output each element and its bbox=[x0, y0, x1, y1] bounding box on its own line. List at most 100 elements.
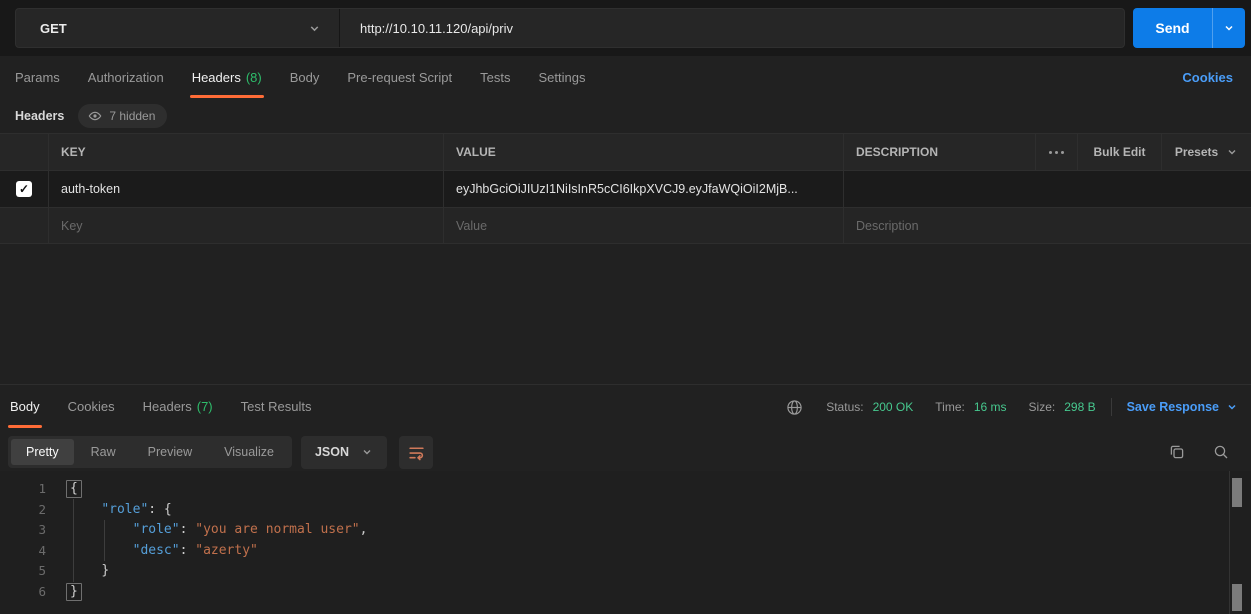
time-label: Time: bbox=[935, 400, 965, 414]
postman-window: GET http://10.10.11.120/api/priv Send Pa… bbox=[0, 0, 1251, 614]
code-token bbox=[70, 502, 101, 517]
response-header: Body Cookies Headers (7) Test Results Status… bbox=[0, 384, 1251, 428]
scrollbar-thumb[interactable] bbox=[1232, 478, 1242, 507]
line-number: 6 bbox=[0, 582, 46, 603]
code-token: } bbox=[101, 563, 109, 578]
url-input[interactable]: http://10.10.11.120/api/priv bbox=[340, 9, 1124, 47]
line-number: 2 bbox=[0, 500, 46, 521]
line-number: 5 bbox=[0, 561, 46, 582]
response-tab-test-results[interactable]: Test Results bbox=[241, 385, 312, 428]
response-tab-cookies[interactable]: Cookies bbox=[68, 385, 115, 428]
wrap-text-button[interactable] bbox=[399, 436, 433, 469]
tab-label: Headers bbox=[192, 70, 241, 85]
table-header-row: KEY VALUE DESCRIPTION Bulk Edit Presets bbox=[0, 133, 1251, 170]
save-response-dropdown[interactable]: Save Response bbox=[1127, 400, 1238, 414]
request-tab-params[interactable]: Params bbox=[15, 56, 60, 98]
line-number: 1 bbox=[0, 479, 46, 500]
hidden-headers-toggle[interactable]: 7 hidden bbox=[78, 104, 167, 128]
tab-label: Cookies bbox=[68, 399, 115, 414]
select-all-cell bbox=[0, 134, 48, 170]
status-label: Status: bbox=[826, 400, 863, 414]
view-preview[interactable]: Preview bbox=[133, 439, 207, 465]
tab-count: (8) bbox=[246, 70, 262, 85]
headers-subrow: Headers 7 hidden bbox=[0, 98, 167, 133]
code-token bbox=[70, 522, 133, 537]
code-token: "you are normal user" bbox=[195, 522, 359, 537]
line-content: "desc": "azerty" bbox=[70, 541, 258, 562]
fold-toggle[interactable]: } bbox=[66, 583, 82, 601]
copy-icon[interactable] bbox=[1169, 444, 1185, 460]
size-value: 298 B bbox=[1064, 400, 1095, 414]
url-text: http://10.10.11.120/api/priv bbox=[360, 21, 513, 36]
code-lines: 1{2 "role": {3 "role": "you are normal u… bbox=[0, 471, 1251, 602]
tab-count: (7) bbox=[197, 399, 213, 414]
code-token: "role" bbox=[133, 522, 180, 537]
request-tabs-row: Params Authorization Headers (8) Body Pre-req… bbox=[0, 56, 1251, 98]
value-placeholder-cell[interactable]: Value bbox=[443, 208, 843, 243]
description-placeholder-cell[interactable]: Description bbox=[843, 208, 1251, 243]
header-key-cell[interactable]: auth-token bbox=[48, 171, 443, 207]
fold-toggle[interactable]: { bbox=[66, 480, 82, 498]
text-wrap-icon bbox=[408, 444, 425, 461]
url-container: GET http://10.10.11.120/api/priv bbox=[15, 8, 1125, 48]
line-content: "role": "you are normal user", bbox=[70, 520, 367, 541]
code-token: : { bbox=[148, 502, 171, 517]
response-body-viewer: 1{2 "role": {3 "role": "you are normal u… bbox=[0, 471, 1251, 614]
scrollbar-thumb[interactable] bbox=[1232, 584, 1242, 611]
column-header-key: KEY bbox=[48, 134, 443, 170]
header-description-cell[interactable] bbox=[843, 171, 1251, 207]
view-raw[interactable]: Raw bbox=[76, 439, 131, 465]
response-tab-headers[interactable]: Headers (7) bbox=[143, 385, 213, 428]
response-meta: Status: 200 OK Time: 16 ms Size: 298 B S… bbox=[786, 385, 1238, 429]
request-tabs: Params Authorization Headers (8) Body Pre-req… bbox=[0, 56, 1251, 98]
header-value-cell[interactable]: eyJhbGciOiJIUzI1NiIsInR5cCI6IkpXVCJ9.eyJ… bbox=[443, 171, 843, 207]
column-header-value: VALUE bbox=[443, 134, 843, 170]
line-number: 3 bbox=[0, 520, 46, 541]
request-tab-body[interactable]: Body bbox=[290, 56, 320, 98]
status-value: 200 OK bbox=[873, 400, 914, 414]
request-tab-authorization[interactable]: Authorization bbox=[88, 56, 164, 98]
view-mode-group: PrettyRawPreviewVisualize bbox=[8, 436, 292, 468]
presets-dropdown[interactable]: Presets bbox=[1161, 134, 1251, 170]
more-options-button[interactable] bbox=[1035, 134, 1077, 170]
indent-guide bbox=[73, 499, 74, 582]
size-label: Size: bbox=[1029, 400, 1056, 414]
code-token: , bbox=[360, 522, 368, 537]
table-row-empty: Key Value Description bbox=[0, 207, 1251, 244]
hidden-headers-count: 7 hidden bbox=[109, 109, 155, 123]
line-content: "role": { bbox=[70, 500, 172, 521]
request-tab-headers[interactable]: Headers (8) bbox=[192, 56, 262, 98]
request-tab-tests[interactable]: Tests bbox=[480, 56, 510, 98]
request-tab-pre-request-script[interactable]: Pre-request Script bbox=[347, 56, 452, 98]
globe-icon[interactable] bbox=[786, 399, 803, 416]
request-tab-settings[interactable]: Settings bbox=[538, 56, 585, 98]
language-dropdown[interactable]: JSON bbox=[301, 436, 387, 469]
table-row: ✓ auth-token eyJhbGciOiJIUzI1NiIsInR5cCI… bbox=[0, 170, 1251, 207]
tab-label: Headers bbox=[143, 399, 192, 414]
row-checkbox-cell: ✓ bbox=[0, 171, 48, 207]
active-tab-underline bbox=[8, 425, 42, 428]
time-value: 16 ms bbox=[974, 400, 1007, 414]
line-content: } bbox=[70, 582, 82, 603]
view-pretty[interactable]: Pretty bbox=[11, 439, 74, 465]
headers-panel-title: Headers bbox=[15, 109, 64, 123]
cookies-link[interactable]: Cookies bbox=[1182, 56, 1233, 98]
view-visualize[interactable]: Visualize bbox=[209, 439, 289, 465]
tab-label: Test Results bbox=[241, 399, 312, 414]
chevron-down-icon bbox=[1226, 401, 1238, 413]
tab-label: Body bbox=[290, 70, 320, 85]
code-token: : bbox=[180, 543, 196, 558]
line-number: 4 bbox=[0, 541, 46, 562]
method-dropdown[interactable]: GET bbox=[16, 9, 340, 47]
key-placeholder-cell[interactable]: Key bbox=[48, 208, 443, 243]
bulk-edit-button[interactable]: Bulk Edit bbox=[1077, 134, 1161, 170]
search-icon[interactable] bbox=[1213, 444, 1229, 460]
code-line: 6} bbox=[0, 582, 1251, 603]
row-checkbox[interactable]: ✓ bbox=[16, 181, 32, 197]
send-button[interactable]: Send bbox=[1133, 8, 1212, 48]
scrollbar-track bbox=[1229, 471, 1230, 614]
divider bbox=[1111, 398, 1112, 416]
code-line: 5 } bbox=[0, 561, 1251, 582]
response-tab-body[interactable]: Body bbox=[10, 385, 40, 428]
send-options-button[interactable] bbox=[1212, 8, 1245, 48]
